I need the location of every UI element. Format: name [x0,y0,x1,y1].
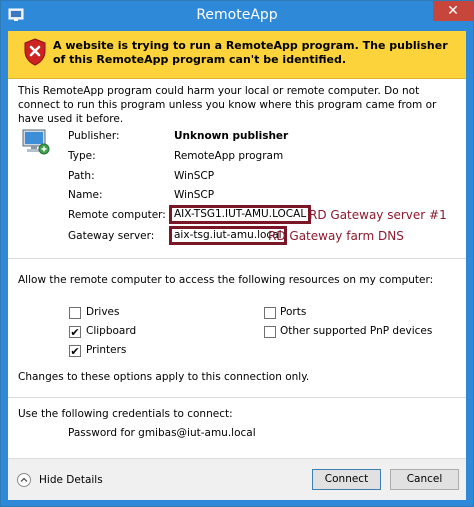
type-value: RemoteApp program [174,150,284,162]
warning-text: A website is trying to run a RemoteApp p… [53,39,448,66]
resources-heading: Allow the remote computer to access the … [18,274,434,286]
shield-error-icon [24,38,46,66]
resources-note: Changes to these options apply to this c… [18,371,310,383]
drives-label[interactable]: Drives [86,306,119,318]
title-bar[interactable]: RemoteApp ✕ [1,1,473,31]
remote-annotation: RD Gateway server #1 [309,208,447,222]
printers-checkbox[interactable]: ✔ [69,345,81,357]
dialog-footer: Hide Details Connect Cancel [8,458,466,500]
cancel-button[interactable]: Cancel [390,469,459,490]
gateway-annotation: RD Gateway farm DNS [268,229,404,243]
check-icon: ✔ [70,326,80,339]
remote-computer-label: Remote computer: [68,209,166,221]
drives-checkbox[interactable] [69,307,81,319]
remote-computer-value: AIX-TSG1.IUT-AMU.LOCAL [169,205,312,224]
hide-details-label[interactable]: Hide Details [39,474,103,486]
warning-banner: A website is trying to run a RemoteApp p… [8,31,466,79]
divider [8,258,466,259]
name-label: Name: [68,189,103,201]
remoteapp-dialog: RemoteApp ✕ A website is trying to run a… [0,0,474,507]
ports-checkbox[interactable] [264,307,276,319]
window-title: RemoteApp [196,7,278,23]
ports-label[interactable]: Ports [280,306,306,318]
printers-label[interactable]: Printers [86,344,126,356]
publisher-label: Publisher: [68,130,120,142]
clipboard-label[interactable]: Clipboard [86,325,136,337]
publisher-value: Unknown publisher [174,130,289,142]
connect-button[interactable]: Connect [312,469,381,490]
credentials-heading: Use the following credentials to connect… [18,408,233,420]
computer-icon [22,129,50,155]
name-value: WinSCP [174,189,215,201]
pnp-label[interactable]: Other supported PnP devices [280,325,432,337]
close-icon: ✕ [447,3,459,19]
close-button[interactable]: ✕ [433,1,473,21]
pnp-checkbox[interactable] [264,326,276,338]
type-label: Type: [68,150,96,162]
dialog-body: A website is trying to run a RemoteApp p… [8,31,466,500]
clipboard-checkbox[interactable]: ✔ [69,326,81,338]
gateway-server-label: Gateway server: [68,230,155,242]
path-label: Path: [68,170,95,182]
path-value: WinSCP [174,170,215,182]
intro-text: This RemoteApp program could harm your l… [18,85,437,125]
hide-details-button[interactable] [17,473,31,487]
chevron-up-icon [20,477,28,482]
check-icon: ✔ [70,345,80,358]
divider [8,397,466,398]
credentials-value: Password for gmibas@iut-amu.local [68,427,256,439]
